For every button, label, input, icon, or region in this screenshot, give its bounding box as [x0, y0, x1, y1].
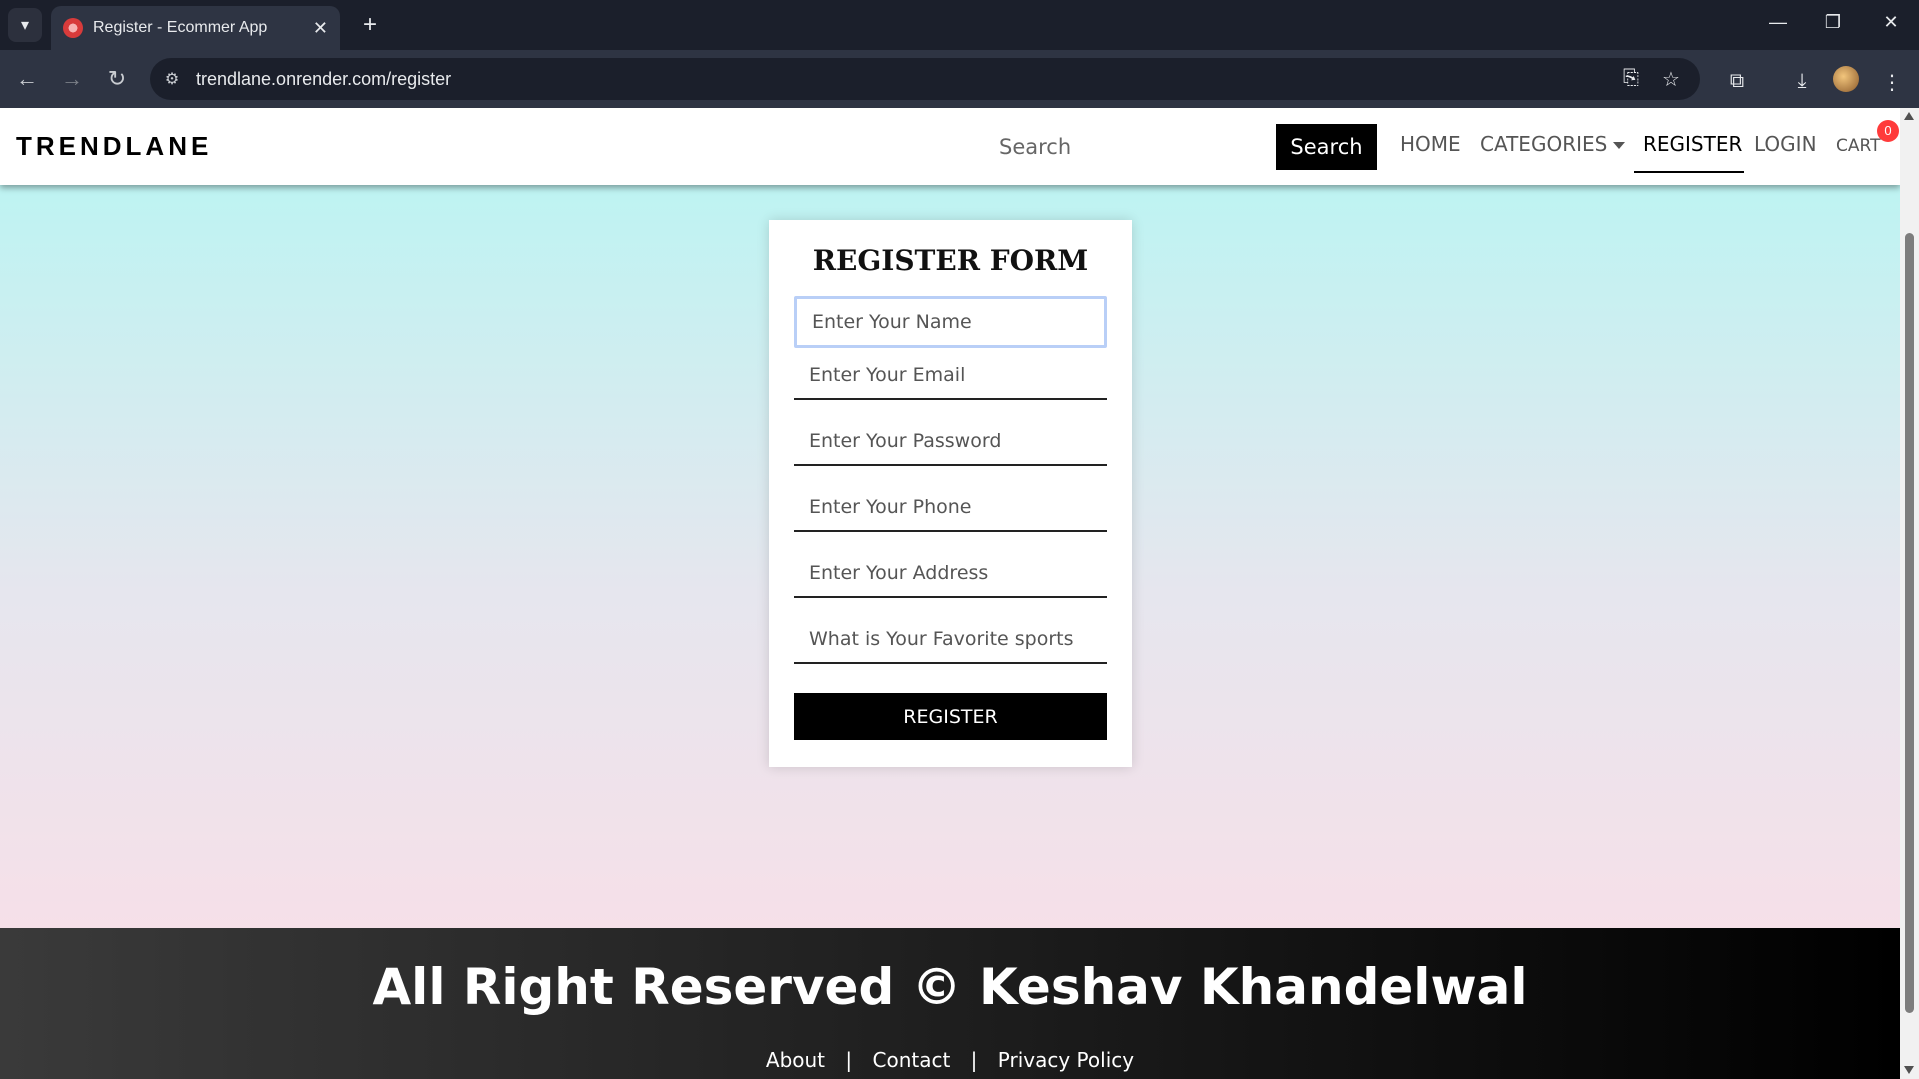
footer-copyright: All Right Reserved © Keshav Khandelwal	[372, 958, 1528, 1016]
minimize-icon[interactable]: —	[1763, 12, 1793, 33]
nav-home[interactable]: HOME	[1400, 132, 1461, 156]
phone-field[interactable]	[794, 484, 1107, 532]
favorite-sports-field[interactable]	[794, 616, 1107, 664]
nav-register[interactable]: REGISTER	[1643, 132, 1742, 156]
footer-link-contact[interactable]: Contact	[873, 1048, 951, 1072]
tab-close-icon[interactable]: ✕	[313, 18, 328, 39]
bookmark-star-icon[interactable]: ☆	[1658, 67, 1684, 92]
footer-link-privacy[interactable]: Privacy Policy	[998, 1048, 1134, 1072]
nav-login[interactable]: LOGIN	[1754, 132, 1817, 156]
scroll-down-icon[interactable]	[1904, 1066, 1914, 1074]
page-scrollbar[interactable]	[1900, 108, 1919, 1079]
reload-icon[interactable]: ↻	[102, 64, 132, 94]
site-navbar: TRENDLANE Search HOME CATEGORIES REGISTE…	[0, 108, 1900, 185]
profile-avatar[interactable]	[1833, 66, 1859, 92]
cart-count-badge: 0	[1877, 120, 1899, 142]
site-info-icon[interactable]: ⚙	[162, 69, 182, 89]
address-field[interactable]	[794, 550, 1107, 598]
site-footer: All Right Reserved © Keshav Khandelwal A…	[0, 928, 1900, 1079]
tab-search-icon[interactable]: ▾	[8, 8, 42, 42]
search-button[interactable]: Search	[1276, 124, 1377, 170]
form-title: REGISTER FORM	[812, 244, 1089, 277]
download-icon[interactable]: ⤓	[1788, 70, 1816, 93]
brand-logo[interactable]: TRENDLANE	[16, 131, 212, 162]
nav-cart[interactable]: CART	[1836, 136, 1880, 156]
name-field[interactable]	[794, 296, 1107, 348]
back-icon[interactable]: ←	[12, 64, 42, 94]
restore-icon[interactable]: ❐	[1818, 12, 1848, 33]
search-input[interactable]	[983, 124, 1263, 170]
footer-link-about[interactable]: About	[766, 1048, 825, 1072]
caret-down-icon	[1613, 142, 1626, 149]
footer-links: About | Contact | Privacy Policy	[0, 1048, 1900, 1072]
nav-categories-label: CATEGORIES	[1480, 132, 1608, 156]
url-text[interactable]: trendlane.onrender.com/register	[196, 69, 451, 90]
footer-separator: |	[845, 1048, 853, 1072]
tab-title: Register - Ecommer App	[93, 19, 268, 36]
scrollbar-thumb[interactable]	[1905, 233, 1914, 1013]
scroll-up-icon[interactable]	[1904, 112, 1914, 120]
install-app-icon[interactable]: ⎘	[1618, 67, 1644, 90]
register-form-card: REGISTER FORM REGISTER	[769, 220, 1132, 767]
nav-categories[interactable]: CATEGORIES	[1480, 132, 1626, 156]
browser-toolbar: ← → ↻ ⚙ trendlane.onrender.com/register …	[0, 50, 1919, 108]
new-tab-icon[interactable]: +	[355, 10, 385, 40]
browser-tab-bar: ▾ Register - Ecommer App ✕ + — ❐ ✕	[0, 0, 1919, 50]
favicon-icon	[63, 18, 83, 38]
register-button[interactable]: REGISTER	[794, 693, 1107, 740]
forward-icon[interactable]: →	[57, 64, 87, 94]
address-bar[interactable]: ⚙ trendlane.onrender.com/register ⎘ ☆	[150, 58, 1700, 100]
active-nav-underline	[1634, 171, 1744, 173]
browser-tab[interactable]: Register - Ecommer App ✕	[51, 6, 340, 50]
footer-separator: |	[970, 1048, 978, 1072]
extensions-icon[interactable]: ⧉	[1723, 70, 1751, 93]
menu-kebab-icon[interactable]: ⋮	[1878, 70, 1906, 95]
password-field[interactable]	[794, 418, 1107, 466]
page-viewport: TRENDLANE Search HOME CATEGORIES REGISTE…	[0, 108, 1900, 1079]
window-close-icon[interactable]: ✕	[1876, 12, 1906, 33]
email-field[interactable]	[794, 352, 1107, 400]
